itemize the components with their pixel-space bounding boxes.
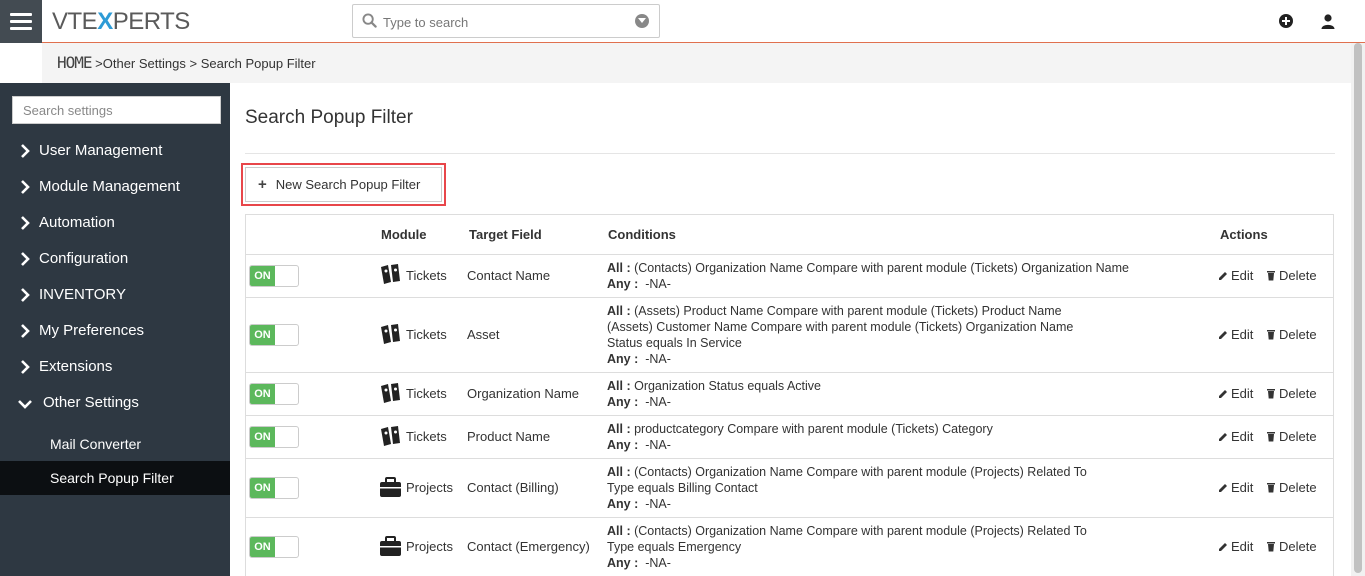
status-toggle[interactable]: ON bbox=[249, 265, 299, 287]
app-logo[interactable]: VTEXPERTS bbox=[52, 8, 190, 36]
delete-button[interactable]: Delete bbox=[1266, 268, 1317, 283]
pencil-icon bbox=[1219, 432, 1227, 441]
delete-button[interactable]: Delete bbox=[1266, 539, 1317, 554]
chevron-right-icon bbox=[21, 288, 30, 302]
edit-button[interactable]: Edit bbox=[1218, 539, 1253, 554]
edit-button[interactable]: Edit bbox=[1218, 480, 1253, 495]
delete-button[interactable]: Delete bbox=[1266, 327, 1317, 342]
edit-button[interactable]: Edit bbox=[1218, 386, 1253, 401]
pencil-icon bbox=[1219, 542, 1227, 551]
table-row: ON Tickets Product Name All : productcat… bbox=[246, 415, 1333, 458]
add-icon[interactable] bbox=[1278, 13, 1294, 29]
tickets-icon bbox=[381, 324, 400, 344]
breadcrumb: HOME >Other Settings > Search Popup Filt… bbox=[57, 53, 316, 72]
divider bbox=[245, 153, 1335, 154]
chevron-right-icon bbox=[21, 252, 30, 266]
sidebar-item-inventory[interactable]: INVENTORY bbox=[0, 277, 230, 313]
sidebar-subitem-mail-converter[interactable]: Mail Converter bbox=[0, 427, 230, 461]
sidebar-item-user-management[interactable]: User Management bbox=[0, 133, 230, 169]
trash-icon bbox=[1267, 542, 1275, 552]
global-search bbox=[352, 4, 660, 38]
settings-search-input[interactable] bbox=[12, 96, 221, 124]
plus-icon: + bbox=[258, 176, 267, 193]
chevron-right-icon bbox=[21, 360, 30, 374]
pencil-icon bbox=[1219, 483, 1227, 492]
delete-button[interactable]: Delete bbox=[1266, 480, 1317, 495]
search-icon bbox=[362, 13, 377, 28]
edit-button[interactable]: Edit bbox=[1218, 268, 1253, 283]
chevron-right-icon bbox=[21, 216, 30, 230]
trash-icon bbox=[1267, 271, 1275, 281]
sidebar-subitem-search-popup-filter[interactable]: Search Popup Filter bbox=[0, 461, 230, 495]
page-title: Search Popup Filter bbox=[245, 107, 413, 128]
chevron-right-icon bbox=[21, 144, 30, 158]
sidebar-item-configuration[interactable]: Configuration bbox=[0, 241, 230, 277]
hamburger-icon bbox=[10, 13, 32, 16]
sidebar-item-extensions[interactable]: Extensions bbox=[0, 349, 230, 385]
briefcase-icon bbox=[380, 477, 401, 497]
table-row: ON Tickets Organization Name All : Organ… bbox=[246, 372, 1333, 415]
new-search-popup-filter-button[interactable]: + New Search Popup Filter bbox=[245, 167, 442, 202]
sidebar-item-module-management[interactable]: Module Management bbox=[0, 169, 230, 205]
pencil-icon bbox=[1219, 271, 1227, 280]
pencil-icon bbox=[1219, 330, 1227, 339]
briefcase-icon bbox=[380, 536, 401, 556]
status-toggle[interactable]: ON bbox=[249, 536, 299, 558]
table-row: ON Tickets Contact Name All : (Contacts)… bbox=[246, 254, 1333, 297]
status-toggle[interactable]: ON bbox=[249, 324, 299, 346]
filters-table: Module Target Field Conditions Actions O… bbox=[245, 214, 1334, 576]
breadcrumb-bar: HOME >Other Settings > Search Popup Filt… bbox=[0, 43, 1365, 83]
menu-toggle-button[interactable] bbox=[0, 0, 42, 43]
sidebar-item-automation[interactable]: Automation bbox=[0, 205, 230, 241]
tickets-icon bbox=[381, 383, 400, 403]
delete-button[interactable]: Delete bbox=[1266, 429, 1317, 444]
trash-icon bbox=[1267, 432, 1275, 442]
breadcrumb-other-settings[interactable]: Other Settings bbox=[103, 56, 186, 71]
sidebar-item-my-preferences[interactable]: My Preferences bbox=[0, 313, 230, 349]
delete-button[interactable]: Delete bbox=[1266, 386, 1317, 401]
chevron-down-icon bbox=[18, 400, 32, 409]
table-row: ON Projects Contact (Billing) All : (Con… bbox=[246, 458, 1333, 517]
settings-sidebar: User Management Module Management Automa… bbox=[0, 83, 230, 576]
breadcrumb-current: Search Popup Filter bbox=[200, 56, 316, 71]
breadcrumb-home[interactable]: HOME bbox=[57, 53, 93, 72]
new-filter-highlight: + New Search Popup Filter bbox=[241, 163, 446, 206]
main-content: Search Popup Filter + New Search Popup F… bbox=[230, 83, 1365, 576]
pencil-icon bbox=[1219, 389, 1227, 398]
table-row: ON Tickets Asset All : (Assets) Product … bbox=[246, 297, 1333, 372]
status-toggle[interactable]: ON bbox=[249, 426, 299, 448]
chevron-right-icon bbox=[21, 324, 30, 338]
chevron-right-icon bbox=[21, 180, 30, 194]
trash-icon bbox=[1267, 330, 1275, 340]
tickets-icon bbox=[381, 426, 400, 446]
sidebar-item-other-settings[interactable]: Other Settings bbox=[0, 385, 230, 421]
edit-button[interactable]: Edit bbox=[1218, 429, 1253, 444]
search-dropdown-icon[interactable] bbox=[635, 14, 649, 28]
user-icon[interactable] bbox=[1320, 13, 1336, 29]
trash-icon bbox=[1267, 389, 1275, 399]
page-scrollbar[interactable] bbox=[1351, 43, 1365, 576]
edit-button[interactable]: Edit bbox=[1218, 327, 1253, 342]
table-row: ON Projects Contact (Emergency) All : (C… bbox=[246, 517, 1333, 576]
top-bar: VTEXPERTS bbox=[0, 0, 1365, 43]
global-search-input[interactable] bbox=[383, 11, 623, 33]
table-header: Module Target Field Conditions Actions bbox=[381, 227, 1268, 242]
status-toggle[interactable]: ON bbox=[249, 477, 299, 499]
status-toggle[interactable]: ON bbox=[249, 383, 299, 405]
tickets-icon bbox=[381, 264, 400, 284]
trash-icon bbox=[1267, 483, 1275, 493]
